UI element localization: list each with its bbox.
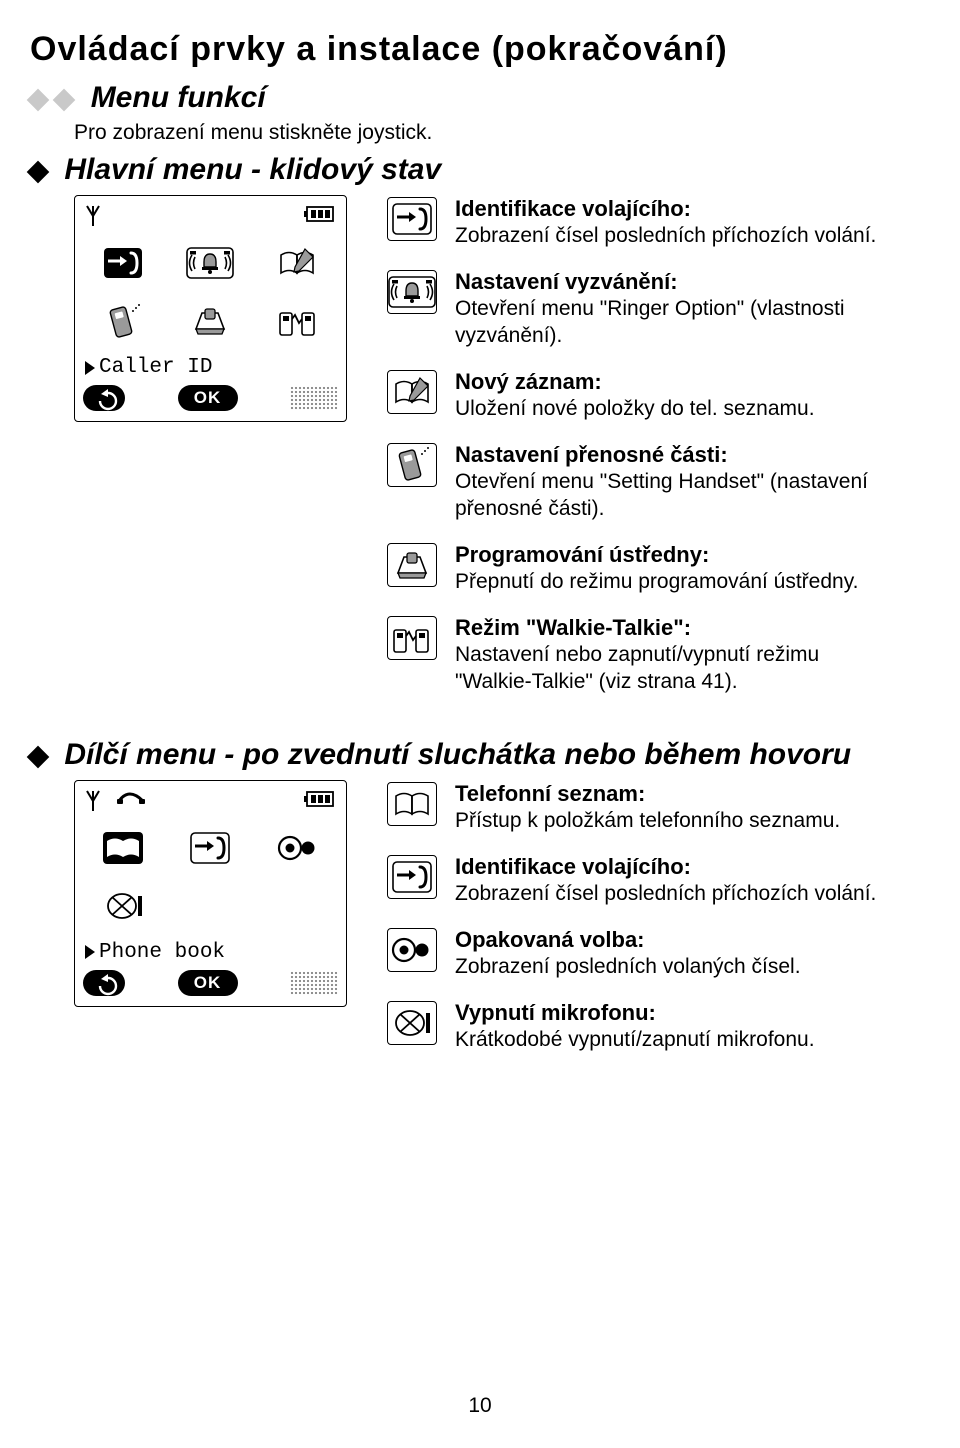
callerid-icon bbox=[387, 855, 437, 899]
scroll-dots-icon bbox=[290, 971, 338, 995]
list-item: Vypnutí mikrofonu: Krátkodobé vypnutí/za… bbox=[387, 999, 890, 1054]
hlavni-menu-section: Caller ID OK Identifikace volajícího: Zo… bbox=[74, 195, 890, 714]
menu-cell-callerid bbox=[170, 823, 251, 875]
intro-text: Pro zobrazení menu stiskněte joystick. bbox=[74, 121, 890, 145]
antenna-icon bbox=[85, 204, 103, 228]
item-title: Vypnutí mikrofonu: bbox=[455, 999, 815, 1027]
softkey-back bbox=[83, 385, 125, 411]
menu-cell-handset bbox=[83, 296, 164, 348]
list-item: Nastavení přenosné části: Otevření menu … bbox=[387, 441, 890, 523]
list-item: Identifikace volajícího: Zobrazení čísel… bbox=[387, 853, 890, 908]
item-title: Identifikace volajícího: bbox=[455, 853, 876, 881]
menu-cell-mute bbox=[83, 881, 164, 933]
redial-icon bbox=[387, 928, 437, 972]
list-item: Programování ústředny: Přepnutí do režim… bbox=[387, 541, 890, 596]
item-title: Identifikace volajícího: bbox=[455, 195, 876, 223]
scroll-dots-icon bbox=[290, 386, 338, 410]
item-desc: Otevření menu "Ringer Option" (vlastnost… bbox=[455, 297, 845, 347]
caption-text: Phone book bbox=[99, 941, 225, 964]
menu-cell-ringer bbox=[170, 238, 251, 290]
page-title: Ovládací prvky a instalace (pokračování) bbox=[30, 30, 890, 69]
item-desc: Přístup k položkám telefonního seznamu. bbox=[455, 809, 840, 832]
handset-icon bbox=[387, 443, 437, 487]
battery-icon bbox=[304, 789, 336, 809]
menu-cell-book bbox=[83, 823, 164, 875]
softkey-ok: OK bbox=[178, 385, 238, 411]
item-desc: Zobrazení posledních volaných čísel. bbox=[455, 955, 801, 978]
dilci-menu-items: Telefonní seznam: Přístup k položkám tel… bbox=[387, 780, 890, 1072]
display-caption: Caller ID bbox=[85, 356, 338, 379]
item-desc: Krátkodobé vypnutí/zapnutí mikrofonu. bbox=[455, 1028, 815, 1051]
item-title: Programování ústředny: bbox=[455, 541, 858, 569]
diamond-icon bbox=[27, 161, 50, 184]
item-title: Telefonní seznam: bbox=[455, 780, 840, 808]
softkey-ok: OK bbox=[178, 970, 238, 996]
list-item: Nastavení vyzvánění: Otevření menu "Ring… bbox=[387, 268, 890, 350]
menu-cell-booknew bbox=[257, 238, 338, 290]
item-desc: Zobrazení čísel posledních příchozích vo… bbox=[455, 224, 876, 247]
diamond-icon bbox=[27, 745, 50, 768]
phone-display-idle: Caller ID OK bbox=[74, 195, 347, 422]
triangle-icon bbox=[85, 361, 95, 375]
menu-cell-redial bbox=[257, 823, 338, 875]
menu-cell-callerid bbox=[83, 238, 164, 290]
diamond-icon bbox=[27, 89, 50, 112]
item-desc: Přepnutí do režimu programování ústředny… bbox=[455, 570, 858, 593]
softkey-back bbox=[83, 970, 125, 996]
item-desc: Uložení nové položky do tel. seznamu. bbox=[455, 397, 815, 420]
page-number: 10 bbox=[0, 1394, 960, 1418]
base-icon bbox=[387, 543, 437, 587]
item-desc: Nastavení nebo zapnutí/vypnutí režimu "W… bbox=[455, 643, 819, 693]
h2-text: Hlavní menu - klidový stav bbox=[64, 153, 441, 186]
bullet-icons bbox=[30, 81, 74, 115]
item-desc: Otevření menu "Setting Handset" (nastave… bbox=[455, 470, 868, 520]
display-caption: Phone book bbox=[85, 941, 338, 964]
list-item: Režim "Walkie-Talkie": Nastavení nebo za… bbox=[387, 614, 890, 696]
item-desc: Zobrazení čísel posledních příchozích vo… bbox=[455, 882, 876, 905]
menu-cell-base bbox=[170, 296, 251, 348]
booknew-icon bbox=[387, 370, 437, 414]
battery-icon bbox=[304, 204, 336, 224]
list-item: Telefonní seznam: Přístup k položkám tel… bbox=[387, 780, 890, 835]
book-icon bbox=[387, 782, 437, 826]
walkie-icon bbox=[387, 616, 437, 660]
item-title: Opakovaná volba: bbox=[455, 926, 801, 954]
h2-hlavni-menu: Hlavní menu - klidový stav bbox=[30, 153, 890, 187]
h2-dilci-menu: Dílčí menu - po zvednutí sluchátka nebo … bbox=[30, 738, 890, 772]
item-title: Nastavení vyzvánění: bbox=[455, 268, 890, 296]
caption-text: Caller ID bbox=[99, 356, 212, 379]
h2-menu-funkci: Menu funkcí bbox=[30, 81, 890, 115]
antenna-icon bbox=[85, 789, 103, 813]
ringer-icon bbox=[387, 270, 437, 314]
hlavni-menu-items: Identifikace volajícího: Zobrazení čísel… bbox=[387, 195, 890, 714]
dilci-menu-section: Phone book OK Telefonní seznam: Přístup … bbox=[74, 780, 890, 1072]
mute-icon bbox=[387, 1001, 437, 1045]
h2-text: Dílčí menu - po zvednutí sluchátka nebo … bbox=[64, 738, 851, 771]
callerid-icon bbox=[387, 197, 437, 241]
list-item: Identifikace volajícího: Zobrazení čísel… bbox=[387, 195, 890, 250]
list-item: Opakovaná volba: Zobrazení posledních vo… bbox=[387, 926, 890, 981]
item-title: Nastavení přenosné části: bbox=[455, 441, 890, 469]
offhook-icon bbox=[115, 789, 149, 807]
phone-display-call: Phone book OK bbox=[74, 780, 347, 1007]
menu-cell-walkie bbox=[257, 296, 338, 348]
item-title: Režim "Walkie-Talkie": bbox=[455, 614, 890, 642]
item-title: Nový záznam: bbox=[455, 368, 815, 396]
h2-text: Menu funkcí bbox=[91, 81, 266, 114]
diamond-icon bbox=[53, 89, 76, 112]
bullet-icons bbox=[30, 153, 48, 187]
bullet-icons bbox=[30, 738, 48, 772]
triangle-icon bbox=[85, 945, 95, 959]
list-item: Nový záznam: Uložení nové položky do tel… bbox=[387, 368, 890, 423]
